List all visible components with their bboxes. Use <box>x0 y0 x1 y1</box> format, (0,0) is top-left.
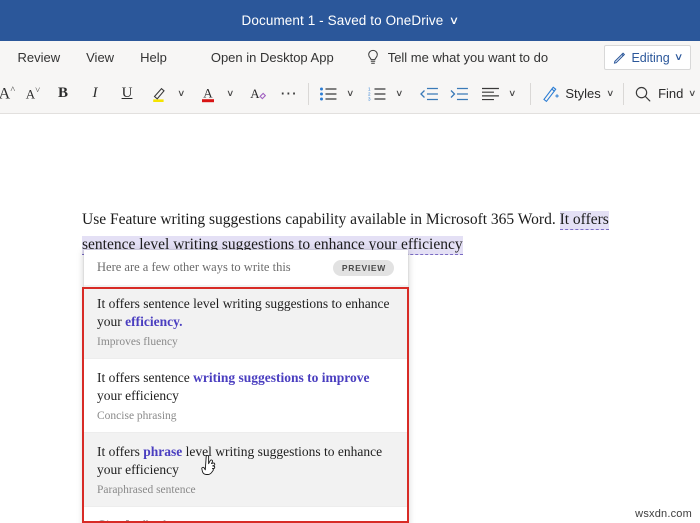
suggestion-item-3[interactable]: It offers phrase level writing suggestio… <box>84 433 408 507</box>
suggestion-2-post: your efficiency <box>97 388 179 403</box>
site-watermark: wsxdn.com <box>635 508 692 520</box>
popup-footer: Give feedback ··· <box>84 507 408 523</box>
suggestion-3-highlight: phrase <box>143 444 183 459</box>
preview-badge: PREVIEW <box>332 259 394 276</box>
menu-item-view[interactable]: View <box>73 50 127 65</box>
suggestion-text-3: It offers phrase level writing suggestio… <box>97 443 392 479</box>
italic-button[interactable]: I <box>84 79 106 109</box>
font-color-chevron-down-icon: ∨ <box>226 88 235 98</box>
numbered-list-icon: 1 2 3 <box>368 86 386 101</box>
lightbulb-icon <box>367 49 378 64</box>
rewrite-suggestions-popup: Here are a few other ways to write this … <box>84 250 408 523</box>
document-title: Document 1 - Saved to OneDrive <box>241 13 444 28</box>
alignment-chevron-button[interactable]: ∨ <box>500 79 522 109</box>
ribbon-divider-3 <box>623 82 625 105</box>
svg-text:A: A <box>203 85 213 100</box>
italic-glyph: I <box>92 85 98 101</box>
ribbon-divider-1 <box>307 82 309 105</box>
decrease-indent-icon <box>419 87 438 100</box>
suggestion-3-pre: It offers <box>97 444 144 459</box>
underline-glyph: U <box>121 85 133 101</box>
highlight-chevron-button[interactable]: ∨ <box>169 79 191 109</box>
tell-me-search[interactable]: Tell me what you want to do <box>365 49 548 67</box>
underline-button[interactable]: U <box>116 79 138 109</box>
formatting-ribbon: A˄ A˅ B I U ∨ A ∨ A ⋯ ∨ 1 2 3 ∨ ∨ Styles… <box>0 74 700 114</box>
suggestion-2-highlight: writing suggestions to improve <box>193 370 370 385</box>
menu-bar: s Review View Help Open in Desktop App T… <box>0 41 700 74</box>
editing-label: Editing <box>631 50 670 65</box>
increase-indent-button[interactable] <box>447 79 471 109</box>
shrink-font-button[interactable]: A˅ <box>22 79 44 109</box>
paragraph-plain-text: Use Feature writing suggestions capabili… <box>82 211 560 228</box>
font-color-icon: A <box>202 85 214 102</box>
styles-label: Styles <box>565 86 601 101</box>
clear-formatting-icon: A <box>250 85 267 100</box>
align-left-icon <box>481 87 499 100</box>
suggestion-1-highlight: efficiency. <box>125 314 183 329</box>
bulleted-list-icon <box>319 87 337 100</box>
highlighter-icon <box>153 87 165 102</box>
ribbon-divider-2 <box>529 82 531 105</box>
suggestion-2-pre: It offers sentence <box>97 370 194 385</box>
editing-mode-button[interactable]: Editing ∨ <box>604 45 691 70</box>
word-online-window: Document 1 - Saved to OneDrive ∨ s Revie… <box>0 0 700 523</box>
bold-glyph: B <box>57 85 68 101</box>
highlight-chevron-down-icon: ∨ <box>177 88 186 98</box>
popup-header: Here are a few other ways to write this … <box>84 250 408 285</box>
bullets-chevron-down-icon: ∨ <box>346 88 355 98</box>
bold-button[interactable]: B <box>52 79 74 109</box>
tell-me-label: Tell me what you want to do <box>387 50 549 65</box>
open-in-desktop-app-button[interactable]: Open in Desktop App <box>198 50 347 65</box>
svg-text:3: 3 <box>368 96 371 101</box>
bullets-button[interactable] <box>317 79 340 109</box>
more-formatting-button[interactable]: ⋯ <box>278 79 300 109</box>
suggestion-caption-3: Paraphrased sentence <box>97 484 196 496</box>
numbering-button[interactable]: 1 2 3 <box>366 79 389 109</box>
search-icon <box>636 86 651 102</box>
text-highlight-color-button[interactable] <box>148 79 170 109</box>
styles-icon <box>542 86 559 102</box>
suggestion-text-1: It offers sentence level writing suggest… <box>97 295 392 331</box>
pencil-icon <box>614 52 626 64</box>
alignment-button[interactable] <box>479 79 502 109</box>
alignment-chevron-down-icon: ∨ <box>507 88 517 98</box>
suggestion-caption-2: Concise phrasing <box>97 410 177 422</box>
editing-chevron-down-icon: ∨ <box>673 52 684 63</box>
font-color-chevron-button[interactable]: ∨ <box>218 79 240 109</box>
styles-chevron-down-icon: ∨ <box>605 88 615 98</box>
clear-formatting-button[interactable]: A <box>246 79 270 109</box>
styles-button[interactable]: Styles ∨ <box>539 79 616 109</box>
suggestion-caption-1: Improves fluency <box>97 336 178 348</box>
find-label: Find <box>658 86 684 101</box>
menu-item-help[interactable]: Help <box>127 50 180 65</box>
increase-indent-icon <box>450 87 468 100</box>
bullets-chevron-button[interactable]: ∨ <box>338 79 360 109</box>
give-feedback-link[interactable]: Give feedback <box>97 518 170 523</box>
grow-font-glyph: A˄ <box>0 83 16 103</box>
font-color-button[interactable]: A <box>197 79 219 109</box>
suggestion-list: It offers sentence level writing suggest… <box>84 285 408 507</box>
suggestion-item-1[interactable]: It offers sentence level writing suggest… <box>84 285 408 359</box>
numbering-chevron-down-icon: ∨ <box>395 88 404 98</box>
find-chevron-down-icon: ∨ <box>688 88 697 98</box>
decrease-indent-button[interactable] <box>417 79 441 109</box>
shrink-font-glyph: A˅ <box>25 84 41 102</box>
grow-font-button[interactable]: A˄ <box>0 79 18 109</box>
suggestion-text-2: It offers sentence writing suggestions t… <box>97 369 392 405</box>
ellipsis-icon: ⋯ <box>279 83 298 103</box>
document-canvas[interactable]: Use Feature writing suggestions capabili… <box>0 115 700 523</box>
menu-item-review[interactable]: Review <box>5 50 74 65</box>
numbering-chevron-button[interactable]: ∨ <box>387 79 409 109</box>
find-button[interactable]: Find ∨ <box>632 79 698 109</box>
popup-header-title: Here are a few other ways to write this <box>97 260 291 274</box>
title-bar: Document 1 - Saved to OneDrive ∨ <box>0 0 700 41</box>
svg-text:A: A <box>250 85 260 100</box>
title-chevron-down-icon[interactable]: ∨ <box>449 14 459 27</box>
suggestion-item-2[interactable]: It offers sentence writing suggestions t… <box>84 359 408 433</box>
